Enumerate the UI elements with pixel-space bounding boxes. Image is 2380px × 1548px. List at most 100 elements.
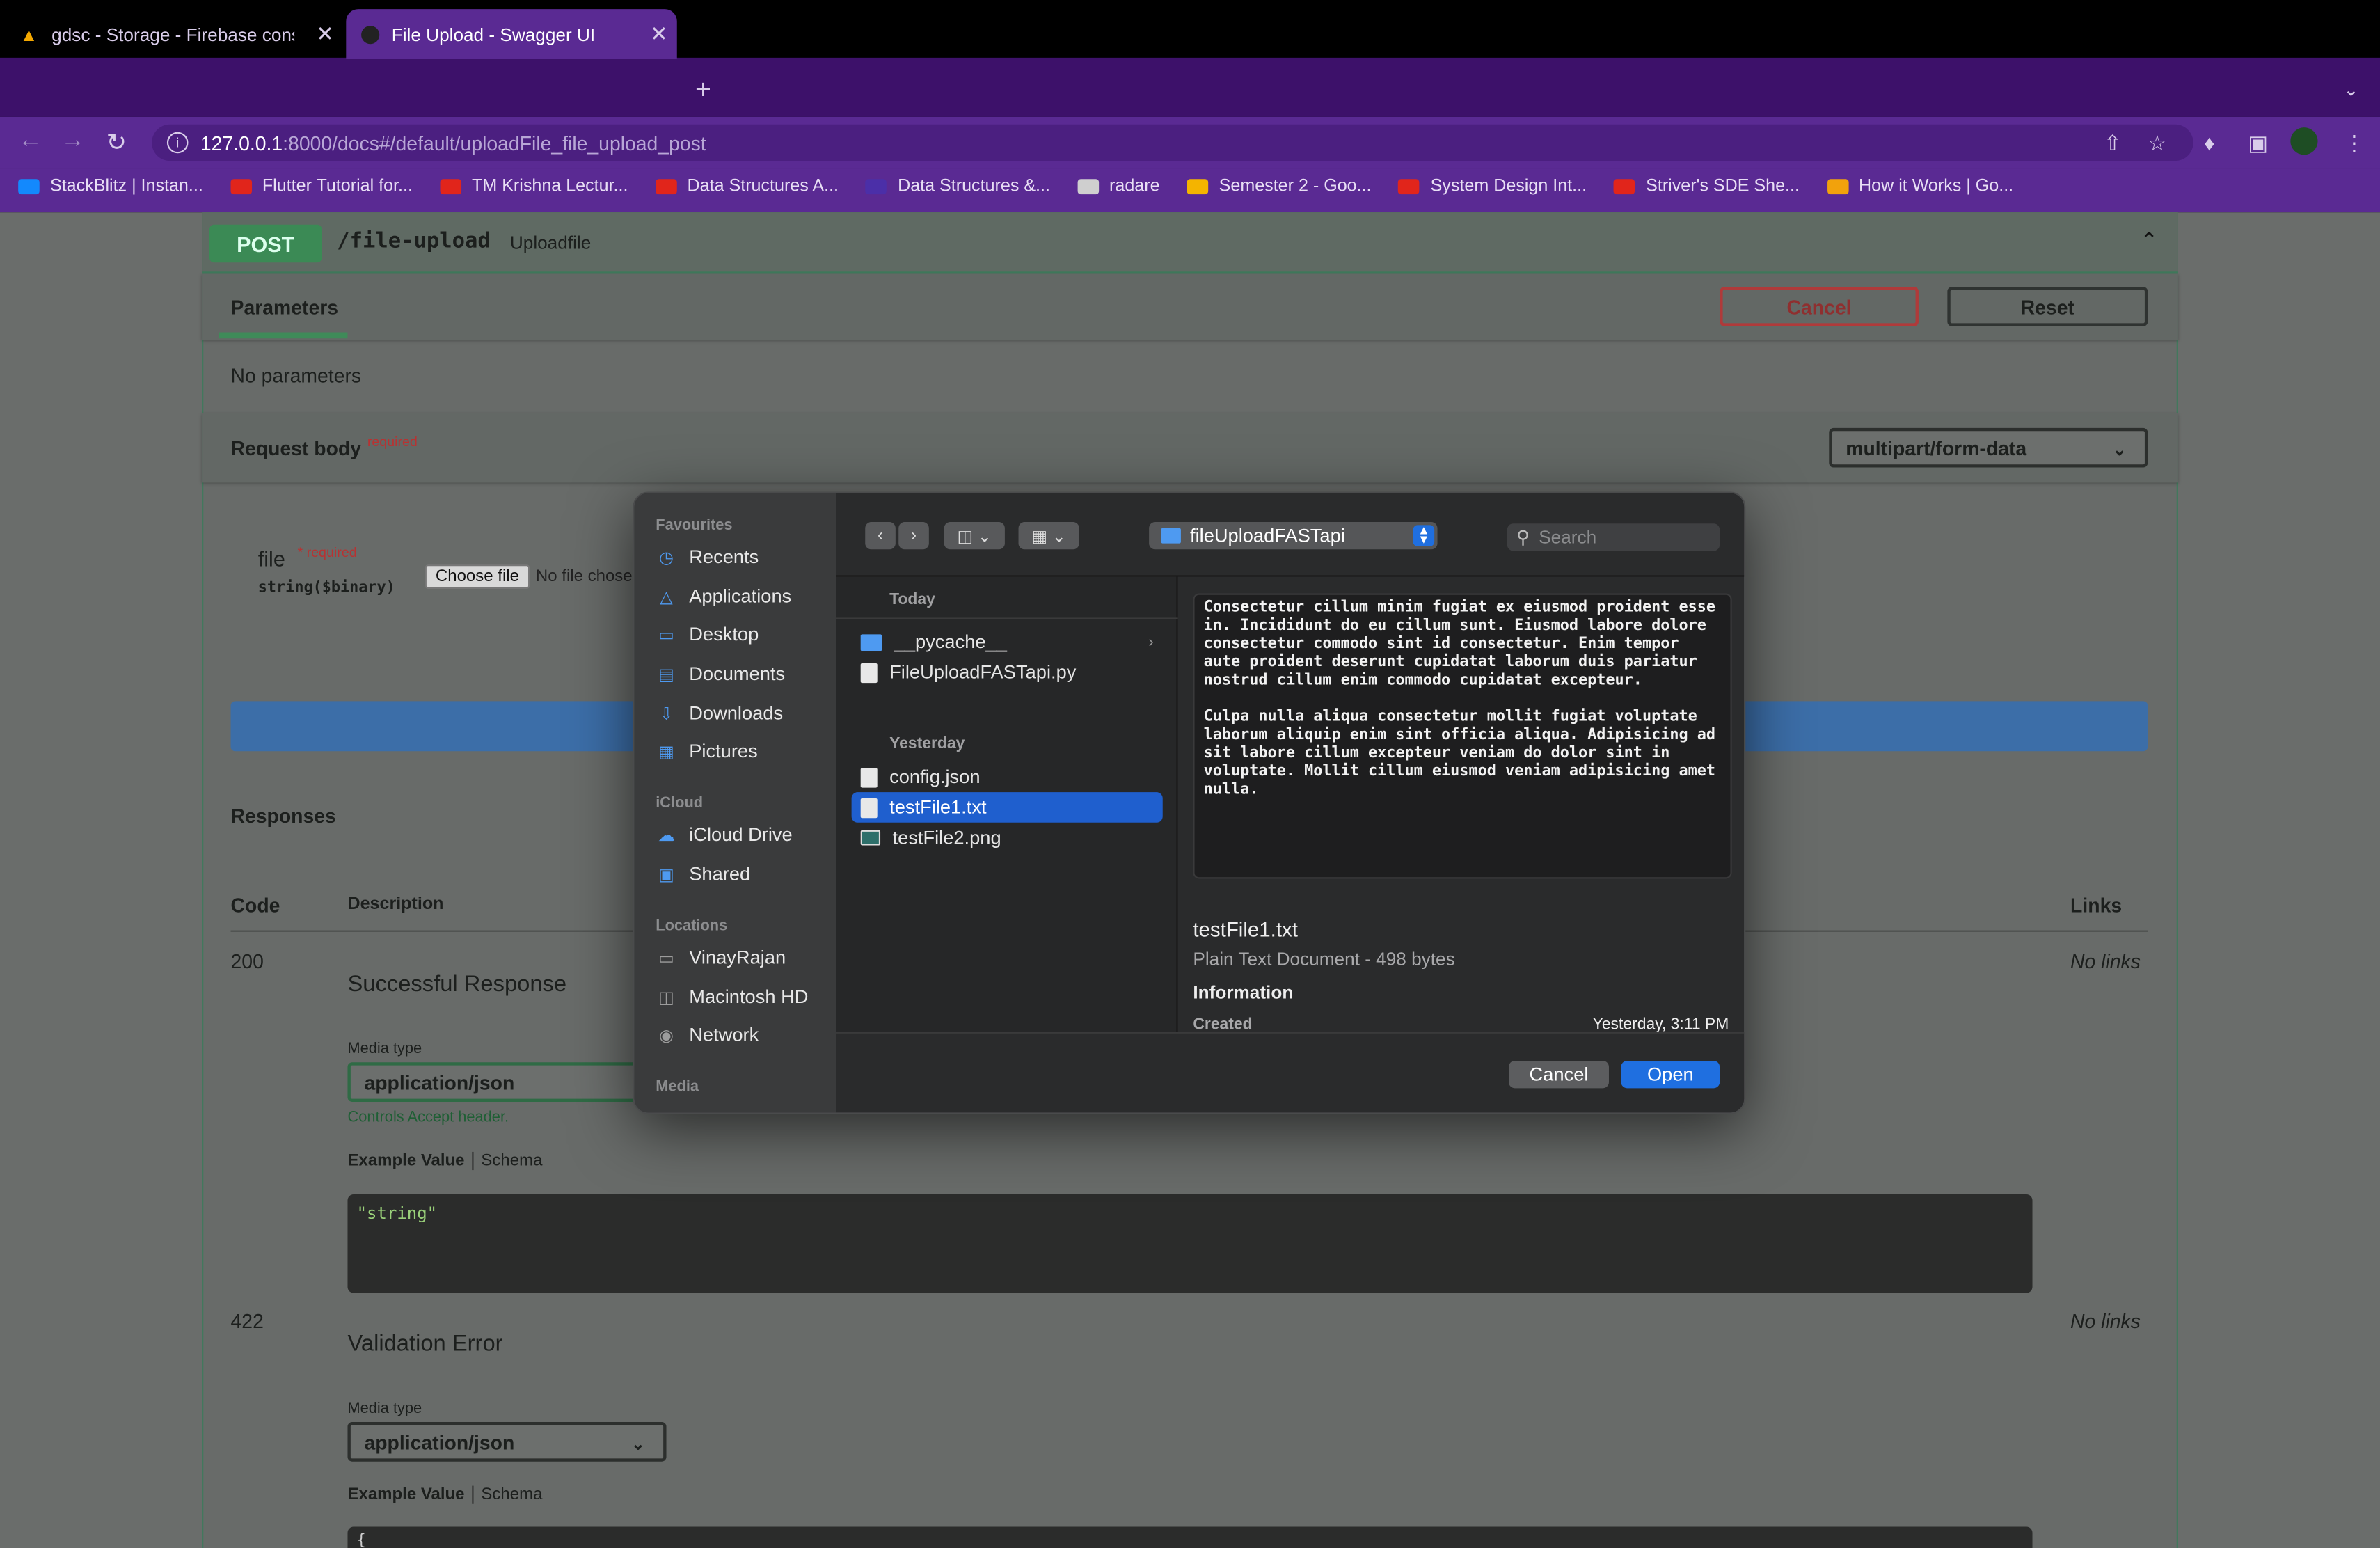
document-icon: ▤: [658, 665, 674, 684]
new-tab-icon[interactable]: +: [695, 74, 711, 106]
response-code: 200: [230, 949, 264, 973]
sidebar-item-icloud-drive[interactable]: ☁ iCloud Drive: [656, 819, 793, 850]
sidebar-item-network[interactable]: ◉ Network: [656, 1020, 759, 1050]
tab-parameters[interactable]: Parameters: [231, 296, 338, 319]
bookmark-item[interactable]: Semester 2 - Goo...: [1187, 177, 1372, 196]
sidebar-item-label: Applications: [689, 585, 792, 608]
bookmark-item[interactable]: Data Structures &...: [866, 177, 1050, 196]
updown-icon: ▲ ▼: [1413, 524, 1435, 546]
file-name: FileUploadFASTapi.py: [889, 661, 1077, 684]
bookmark-favicon-icon: [1827, 179, 1848, 195]
search-icon: ⚲: [1516, 526, 1530, 548]
example-code: {: [356, 1533, 366, 1548]
close-tab-icon[interactable]: ✕: [316, 22, 334, 47]
swagger-icon: [361, 24, 380, 44]
cloud-icon: ☁: [658, 826, 675, 845]
bookmark-favicon-icon: [230, 179, 252, 195]
file-preview: Consectetur cillum minim fugiat ex eiusm…: [1193, 593, 1732, 879]
endpoint-summary: Uploadfile: [509, 232, 592, 254]
share-icon[interactable]: ⇧: [2104, 131, 2122, 157]
grid-view-icon[interactable]: ▦ ⌄: [1018, 522, 1079, 550]
operation-header[interactable]: [202, 212, 2178, 274]
bookmark-item[interactable]: How it Works | Go...: [1827, 177, 2013, 196]
schema-tab[interactable]: Schema: [472, 1151, 542, 1171]
sidebar-item-desktop[interactable]: ▭ Desktop: [656, 619, 759, 650]
media-title: Media: [656, 1079, 699, 1096]
folder-popup[interactable]: fileUploadFASTapi ▲ ▼: [1149, 522, 1438, 550]
image-icon: [860, 830, 881, 846]
bookmark-item[interactable]: Flutter Tutorial for...: [230, 177, 413, 196]
back-icon[interactable]: ‹: [865, 522, 896, 550]
bookmark-label: TM Krishna Lectur...: [472, 177, 628, 196]
reset-button[interactable]: Reset: [1947, 287, 2148, 326]
folder-name: fileUploadFASTapi: [1189, 525, 1345, 546]
url-host: 127.0.0.1: [200, 131, 283, 155]
locations-title: Locations: [656, 918, 728, 935]
star-icon[interactable]: ☆: [2148, 131, 2166, 157]
sidebar-item-pictures[interactable]: ▦ Pictures: [656, 736, 758, 766]
dialog-footer: [836, 1032, 1745, 1113]
preview-file-meta: Plain Text Document - 498 bytes: [1193, 948, 1455, 970]
example-value-tab[interactable]: Example Value: [347, 1152, 464, 1170]
sidebar-item-shared[interactable]: ▣ Shared: [656, 859, 750, 890]
cancel-button[interactable]: Cancel: [1720, 287, 1919, 326]
file-required: * required: [297, 544, 357, 560]
list-item-selected[interactable]: testFile1.txt: [851, 792, 1163, 823]
sidebar-item-label: Pictures: [689, 741, 758, 762]
forward-icon[interactable]: ›: [898, 522, 929, 550]
bookmark-label: How it Works | Go...: [1859, 177, 2014, 196]
media-type-value: application/json: [364, 1071, 515, 1093]
list-item[interactable]: FileUploadFASTapi.py: [852, 657, 1163, 688]
browser-tab-swagger[interactable]: File Upload - Swagger UI ✕: [346, 9, 677, 60]
schema-tab[interactable]: Schema: [472, 1485, 542, 1504]
more-menu-icon[interactable]: ⋮: [2344, 131, 2365, 157]
avatar[interactable]: [2290, 127, 2318, 155]
info-icon[interactable]: i: [166, 132, 189, 154]
extensions-icon[interactable]: ♦: [2204, 131, 2215, 155]
sidepanel-icon[interactable]: ▣: [2248, 131, 2268, 157]
column-description: Description: [347, 895, 444, 914]
bookmark-label: Data Structures &...: [898, 177, 1050, 196]
media-type-select[interactable]: application/json: [347, 1062, 667, 1102]
bookmark-item[interactable]: Striver's SDE She...: [1614, 177, 1800, 196]
bookmark-label: StackBlitz | Instan...: [49, 177, 203, 196]
example-value-tab[interactable]: Example Value: [347, 1486, 464, 1504]
media-type-select[interactable]: application/json ⌄: [347, 1422, 667, 1462]
bookmark-item[interactable]: Data Structures A...: [655, 177, 839, 196]
chevron-right-icon: ›: [1148, 633, 1154, 651]
reload-icon[interactable]: ↻: [106, 127, 127, 158]
search-field[interactable]: ⚲ Search: [1507, 523, 1720, 551]
request-body-label: Request body: [230, 436, 362, 460]
list-item[interactable]: __pycache__ ›: [852, 627, 1163, 658]
forward-icon[interactable]: →: [61, 127, 85, 155]
address-bar[interactable]: i 127.0.0.1:8000/docs#/default/uploadFil…: [152, 124, 2193, 161]
bookmark-item[interactable]: radare: [1077, 177, 1160, 196]
bookmark-favicon-icon: [1077, 179, 1099, 195]
close-tab-icon[interactable]: ✕: [650, 22, 668, 47]
url-path: :8000/docs#/default/uploadFile_file_uplo…: [283, 131, 706, 155]
bookmark-item[interactable]: System Design Int...: [1398, 177, 1587, 196]
dialog-cancel-button[interactable]: Cancel: [1509, 1061, 1609, 1089]
dialog-open-button[interactable]: Open: [1621, 1061, 1720, 1089]
choose-file-button[interactable]: Choose file: [425, 564, 530, 589]
bookmarks-list: StackBlitz | Instan... Flutter Tutorial f…: [18, 177, 2040, 196]
list-item[interactable]: config.json: [852, 762, 1163, 793]
browser-tab-firebase[interactable]: ▲ gdsc - Storage - Firebase cons ✕: [18, 9, 343, 59]
bookmark-item[interactable]: TM Krishna Lectur...: [440, 177, 628, 196]
sidebar-item-recents[interactable]: ◷ Recents: [656, 542, 759, 572]
sidebar-item-documents[interactable]: ▤ Documents: [656, 658, 785, 689]
column-view-icon[interactable]: ◫ ⌄: [944, 522, 1005, 550]
sidebar-item-applications[interactable]: △ Applications: [656, 581, 791, 612]
list-item[interactable]: testFile2.png: [852, 823, 1163, 853]
example-code-block: [347, 1526, 2033, 1548]
chevron-up-icon[interactable]: ⌃: [2140, 228, 2158, 253]
bookmark-item[interactable]: StackBlitz | Instan...: [18, 177, 203, 196]
chevron-down-icon[interactable]: ⌄: [2344, 79, 2359, 100]
pictures-icon: ▦: [658, 743, 674, 761]
sidebar-item-downloads[interactable]: ⇩ Downloads: [656, 698, 783, 729]
sidebar-item-macintosh-hd[interactable]: ◫ Macintosh HD: [656, 982, 808, 1013]
back-icon[interactable]: ←: [18, 127, 42, 155]
content-type-select[interactable]: multipart/form-data ⌄: [1829, 427, 2148, 468]
bookmark-favicon-icon: [440, 179, 461, 195]
sidebar-item-vinayrajan[interactable]: ▭ VinayRajan: [656, 942, 786, 973]
